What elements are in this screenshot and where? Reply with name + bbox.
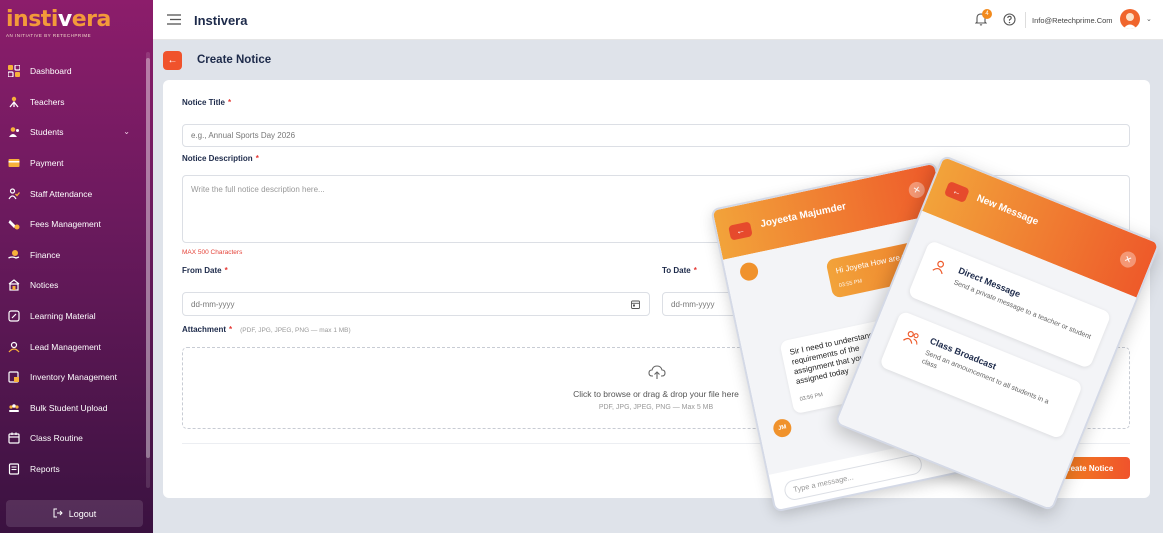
from-date-label: From Date * xyxy=(182,266,228,275)
sidebar-item-label: Payment xyxy=(30,158,64,169)
reports-icon xyxy=(7,462,21,476)
scrollbar-thumb[interactable] xyxy=(146,58,150,458)
attachment-hint: (PDF, JPG, JPEG, PNG — max 1 MB) xyxy=(240,327,351,334)
logout-label: Logout xyxy=(68,508,97,519)
avatar xyxy=(738,260,760,283)
cloud-upload-icon xyxy=(648,364,666,382)
sidebar-nav: Dashboard Teachers Students ⌄ Payment St… xyxy=(0,56,146,484)
to-date-label: To Date * xyxy=(662,266,697,275)
attendance-icon xyxy=(7,187,21,201)
from-date-placeholder: dd-mm-yyyy xyxy=(191,299,235,309)
sidebar-item-lead-management[interactable]: Lead Management xyxy=(0,331,146,362)
sidebar-item-finance[interactable]: Finance xyxy=(0,240,146,271)
new-message-title: New Message xyxy=(975,192,1040,228)
sidebar-item-staff-attendance[interactable]: Staff Attendance xyxy=(0,178,146,209)
brand-title: Instivera xyxy=(194,13,248,28)
logout-button[interactable]: Logout xyxy=(6,500,143,527)
sidebar-item-label: Lead Management xyxy=(30,341,101,352)
user-icon xyxy=(930,257,949,277)
logo-v: v xyxy=(57,7,72,32)
sidebar-item-dashboard[interactable]: Dashboard xyxy=(0,56,146,87)
logout-icon xyxy=(53,508,63,520)
attachment-label: Attachment * (PDF, JPG, JPEG, PNG — max 1 … xyxy=(182,325,351,334)
sidebar-item-fees-management[interactable]: Fees Management xyxy=(0,209,146,240)
sidebar-scrollbar[interactable] xyxy=(146,52,150,488)
notices-icon xyxy=(7,278,21,292)
sidebar-item-label: Students xyxy=(30,127,64,138)
sidebar-item-label: Learning Material xyxy=(30,311,96,322)
to-date-placeholder: dd-mm-yyyy xyxy=(671,299,715,309)
sidebar-item-label: Staff Attendance xyxy=(30,188,93,199)
sidebar: instivera AN INITIATIVE BY RETECHPRIME D… xyxy=(0,0,153,533)
chevron-down-icon: ⌄ xyxy=(123,127,130,137)
users-icon xyxy=(901,328,922,349)
sidebar-item-inventory-management[interactable]: Inventory Management xyxy=(0,362,146,393)
topbar-divider xyxy=(1025,12,1026,28)
sidebar-item-learning-material[interactable]: Learning Material xyxy=(0,301,146,332)
close-icon[interactable]: ✕ xyxy=(1117,249,1139,270)
sidebar-item-payment[interactable]: Payment xyxy=(0,148,146,179)
sidebar-item-label: Class Routine xyxy=(30,433,83,444)
dashboard-icon xyxy=(7,64,21,78)
close-icon[interactable]: ✕ xyxy=(907,180,927,200)
user-email[interactable]: Info@Retechprime.Com xyxy=(1032,16,1113,25)
routine-icon xyxy=(7,431,21,445)
topbar: Instivera 4 Info@Retechprime.Com ⌄ xyxy=(153,0,1163,40)
chevron-down-icon[interactable]: ⌄ xyxy=(1146,15,1152,23)
sidebar-item-label: Finance xyxy=(30,249,61,260)
help-icon[interactable] xyxy=(1003,13,1016,28)
sidebar-item-label: Reports xyxy=(30,464,60,475)
fees-icon xyxy=(7,217,21,231)
sidebar-item-label: Inventory Management xyxy=(30,372,117,383)
logo-suffix: era xyxy=(71,7,112,32)
calendar-icon[interactable] xyxy=(631,300,640,311)
page-title: Create Notice xyxy=(197,54,272,66)
back-button[interactable]: ← xyxy=(163,50,182,70)
max-characters-hint: MAX 500 Characters xyxy=(182,249,243,256)
sidebar-item-label: Notices xyxy=(30,280,59,291)
page-header: ← Create Notice xyxy=(163,50,271,70)
bulk-upload-icon xyxy=(7,401,21,415)
sidebar-item-notices[interactable]: Notices xyxy=(0,270,146,301)
menu-toggle-icon[interactable] xyxy=(167,14,181,27)
sidebar-item-label: Bulk Student Upload xyxy=(30,402,108,413)
chat-back-button[interactable]: ← xyxy=(728,221,753,241)
notice-description-label: Notice Description * xyxy=(182,154,259,163)
notice-title-input[interactable]: e.g., Annual Sports Day 2026 xyxy=(182,124,1130,147)
lead-icon xyxy=(7,340,21,354)
notification-badge: 4 xyxy=(982,9,992,19)
new-message-back-button[interactable]: ← xyxy=(943,180,970,204)
learning-icon xyxy=(7,309,21,323)
notice-title-label: Notice Title * xyxy=(182,98,232,107)
sidebar-item-class-routine[interactable]: Class Routine xyxy=(0,423,146,454)
sidebar-item-label: Dashboard xyxy=(30,66,72,77)
logo-prefix: insti xyxy=(6,7,58,32)
avatar[interactable] xyxy=(1120,9,1140,29)
logo-tagline: AN INITIATIVE BY RETECHPRIME xyxy=(6,33,92,38)
chat-contact-name: Joyeeta Majumder xyxy=(759,201,848,231)
logo[interactable]: instivera AN INITIATIVE BY RETECHPRIME xyxy=(6,7,112,39)
arrow-left-icon: ← xyxy=(167,54,178,66)
sidebar-item-reports[interactable]: Reports xyxy=(0,454,146,485)
avatar: JM xyxy=(771,417,794,439)
from-date-input[interactable]: dd-mm-yyyy xyxy=(182,292,650,316)
teacher-icon xyxy=(7,95,21,109)
sidebar-item-teachers[interactable]: Teachers xyxy=(0,87,146,118)
finance-icon xyxy=(7,248,21,262)
option-description: Send a private message to a teacher or s… xyxy=(952,279,1092,341)
sidebar-item-label: Fees Management xyxy=(30,219,101,230)
inventory-icon xyxy=(7,370,21,384)
sidebar-item-students[interactable]: Students ⌄ xyxy=(0,117,146,148)
students-icon xyxy=(7,125,21,139)
sidebar-item-bulk-student-upload[interactable]: Bulk Student Upload xyxy=(0,393,146,424)
payment-icon xyxy=(7,156,21,170)
sidebar-item-label: Teachers xyxy=(30,96,65,107)
